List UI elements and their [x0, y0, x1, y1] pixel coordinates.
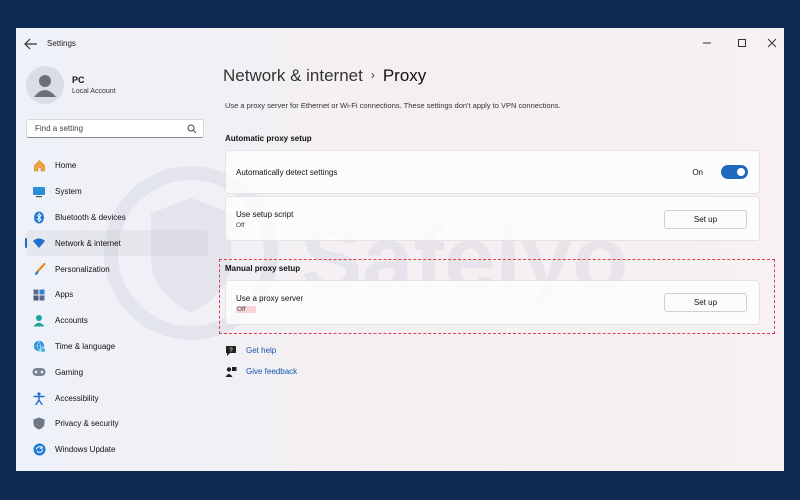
sidebar-item-label: Apps	[55, 290, 74, 300]
sidebar-item-label: Accounts	[55, 316, 88, 326]
breadcrumb: Network & internet › Proxy	[223, 66, 426, 86]
account-type: Local Account	[72, 88, 116, 95]
user-name: PC	[72, 75, 85, 85]
auto-detect-toggle[interactable]	[721, 165, 748, 179]
sidebar-item-label: Gaming	[55, 367, 84, 377]
sidebar-item-accounts[interactable]: Accounts	[26, 308, 208, 334]
close-icon[interactable]	[762, 34, 782, 52]
search-icon[interactable]	[187, 124, 197, 134]
sidebar-item-gaming[interactable]: Gaming	[26, 359, 208, 385]
sidebar-item-label: Network & internet	[55, 238, 121, 248]
shield-icon	[33, 417, 45, 430]
page-title: Proxy	[382, 66, 427, 85]
page-description: Use a proxy server for Ethernet or Wi-Fi…	[225, 101, 561, 110]
breadcrumb-separator: ›	[370, 68, 375, 82]
sidebar-item-label: Bluetooth & devices	[55, 212, 126, 222]
accounts-icon	[33, 315, 45, 327]
user-icon	[34, 75, 56, 97]
update-icon	[33, 443, 45, 456]
feedback-icon	[225, 367, 237, 377]
sidebar-item-system[interactable]: System	[26, 179, 208, 205]
minimize-icon[interactable]	[697, 34, 717, 52]
search-input[interactable]	[33, 123, 187, 134]
toggle-knob	[737, 168, 745, 176]
search-box[interactable]	[26, 119, 204, 138]
setup-script-label: Use setup script	[236, 210, 294, 219]
sidebar-item-windows-update[interactable]: Windows Update	[26, 437, 208, 463]
back-arrow-icon[interactable]	[24, 38, 38, 50]
get-help-link[interactable]: Get help	[246, 346, 276, 355]
sidebar-item-home[interactable]: Home	[26, 153, 208, 179]
title-bar: Settings	[16, 28, 784, 60]
sidebar-item-personalization[interactable]: Personalization	[26, 256, 208, 282]
apps-icon	[33, 289, 45, 301]
auto-detect-state: On	[692, 168, 703, 177]
sidebar-item-time-language[interactable]: Time & language	[26, 334, 208, 360]
sidebar-item-label: Privacy & security	[55, 419, 119, 429]
sidebar-item-label: Windows Update	[55, 445, 116, 455]
sidebar-item-label: Home	[55, 161, 77, 171]
highlight-box	[219, 259, 775, 334]
sidebar-item-accessibility[interactable]: Accessibility	[26, 385, 208, 411]
sidebar-item-label: System	[55, 187, 82, 197]
give-feedback-link[interactable]: Give feedback	[246, 367, 297, 376]
sidebar-item-network[interactable]: Network & internet	[25, 230, 208, 257]
maximize-icon[interactable]	[732, 34, 752, 52]
automatic-proxy-heading: Automatic proxy setup	[225, 134, 312, 143]
gamepad-icon	[32, 368, 46, 377]
sidebar-item-label: Accessibility	[55, 393, 99, 403]
system-icon	[33, 186, 45, 197]
auto-detect-label: Automatically detect settings	[236, 168, 338, 177]
sidebar-item-bluetooth[interactable]: Bluetooth & devices	[26, 205, 208, 231]
avatar[interactable]	[26, 66, 64, 104]
active-indicator	[25, 238, 27, 249]
help-icon: ?	[226, 346, 236, 356]
breadcrumb-parent[interactable]: Network & internet	[223, 66, 363, 85]
sidebar-item-label: Time & language	[55, 341, 116, 351]
auto-detect-card: Automatically detect settings On	[225, 150, 760, 194]
setup-script-button[interactable]: Set up	[664, 210, 747, 229]
window-title: Settings	[47, 39, 76, 48]
setup-script-state: Off	[236, 222, 245, 229]
settings-window: Safelyo Settings PC Local Account Home	[16, 28, 784, 471]
sidebar-nav: Home System Bluetooth & devices Network …	[25, 153, 208, 463]
brush-icon	[34, 262, 46, 275]
bluetooth-icon	[34, 211, 44, 224]
sidebar-item-privacy[interactable]: Privacy & security	[26, 411, 208, 437]
wifi-icon	[33, 238, 45, 249]
accessibility-icon	[33, 391, 45, 405]
sidebar-item-apps[interactable]: Apps	[26, 282, 208, 308]
home-icon	[33, 160, 45, 172]
sidebar-item-label: Personalization	[55, 264, 110, 274]
globe-clock-icon	[33, 340, 46, 353]
setup-script-card: Use setup script Off Set up	[225, 196, 760, 241]
